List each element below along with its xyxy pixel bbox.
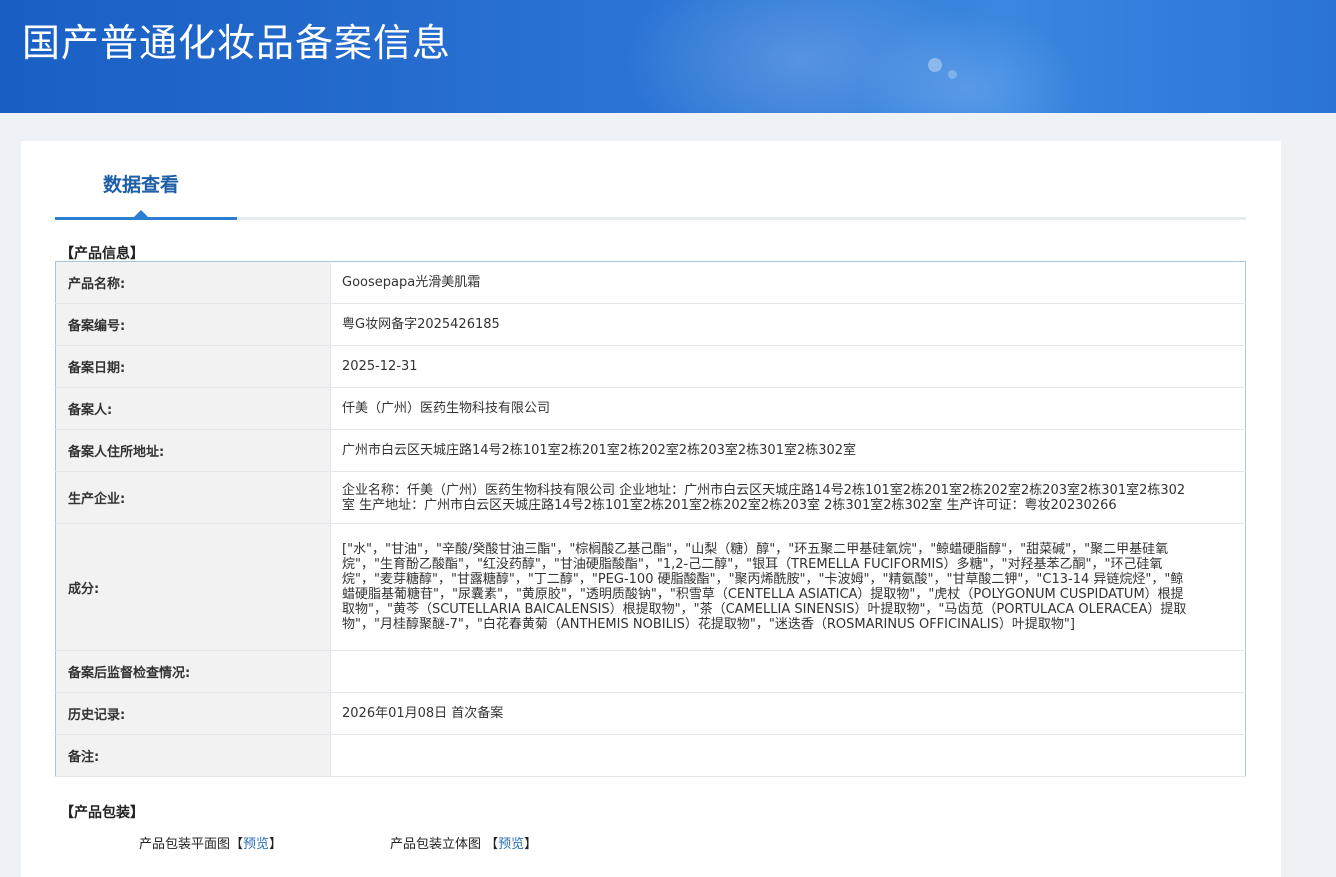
- row-label: 备案日期:: [55, 345, 331, 388]
- preview-link-3d[interactable]: 预览: [498, 837, 524, 852]
- row-value: Goosepapa光滑美肌霜: [330, 261, 1246, 304]
- packaging-item-label: 产品包装立体图: [390, 837, 482, 852]
- row-label: 备案人:: [55, 387, 331, 430]
- tab-bar: 数据查看: [55, 141, 1246, 220]
- row-label: 备案后监督检查情况:: [55, 650, 331, 693]
- table-row: 备案日期: 2025-12-31: [55, 345, 1246, 388]
- row-value: 粤G妆网备字2025426185: [330, 303, 1246, 346]
- preview-link-flat[interactable]: 预览: [243, 837, 269, 852]
- row-value: 仟美（广州）医药生物科技有限公司: [330, 387, 1246, 430]
- page-title: 国产普通化妆品备案信息: [22, 21, 452, 65]
- header-banner: 国产普通化妆品备案信息: [0, 0, 1336, 113]
- table-row: 产品名称: Goosepapa光滑美肌霜: [55, 261, 1246, 304]
- row-label: 历史记录:: [55, 692, 331, 735]
- table-row: 生产企业: 企业名称：仟美（广州）医药生物科技有限公司 企业地址：广州市白云区天…: [55, 471, 1246, 524]
- section-title-packaging: 【产品包装】: [60, 805, 144, 821]
- banner-decoration: [928, 58, 942, 72]
- tab-data-view[interactable]: 数据查看: [55, 141, 237, 220]
- packaging-item-label: 产品包装平面图: [139, 837, 231, 852]
- caret-up-icon: [134, 210, 148, 217]
- packaging-item-flat: 产品包装平面图【预览】: [139, 837, 283, 852]
- table-row: 备案编号: 粤G妆网备字2025426185: [55, 303, 1246, 346]
- table-row: 备案人: 仟美（广州）医药生物科技有限公司: [55, 387, 1246, 430]
- row-label: 备案编号:: [55, 303, 331, 346]
- table-row: 备案后监督检查情况:: [55, 650, 1246, 693]
- tab-active-underline: [55, 217, 237, 220]
- table-row: 备案人住所地址: 广州市白云区天城庄路14号2栋101室2栋201室2栋202室…: [55, 429, 1246, 472]
- tab-label: 数据查看: [103, 174, 180, 196]
- row-value: ["水"，"甘油"，"辛酸/癸酸甘油三酯"，"棕榈酸乙基己酯"，"山梨（糖）醇"…: [330, 523, 1246, 651]
- section-title-product-info: 【产品信息】: [60, 246, 144, 262]
- table-row: 历史记录: 2026年01月08日 首次备案: [55, 692, 1246, 735]
- row-value: [330, 734, 1246, 777]
- content-card: 数据查看 【产品信息】 产品名称: Goosepapa光滑美肌霜 备案编号: 粤…: [21, 141, 1281, 877]
- banner-decoration: [948, 70, 957, 79]
- row-label: 成分:: [55, 523, 331, 651]
- product-info-table: 产品名称: Goosepapa光滑美肌霜 备案编号: 粤G妆网备字2025426…: [55, 261, 1246, 777]
- packaging-item-3d: 产品包装立体图 【预览】: [390, 837, 538, 852]
- table-row: 备注:: [55, 734, 1246, 777]
- row-label: 产品名称:: [55, 261, 331, 304]
- table-row: 成分: ["水"，"甘油"，"辛酸/癸酸甘油三酯"，"棕榈酸乙基己酯"，"山梨（…: [55, 523, 1246, 651]
- row-label: 生产企业:: [55, 471, 331, 524]
- row-label: 备注:: [55, 734, 331, 777]
- row-value: 广州市白云区天城庄路14号2栋101室2栋201室2栋202室2栋203室2栋3…: [330, 429, 1246, 472]
- row-label: 备案人住所地址:: [55, 429, 331, 472]
- row-value: 企业名称：仟美（广州）医药生物科技有限公司 企业地址：广州市白云区天城庄路14号…: [330, 471, 1246, 524]
- row-value: 2026年01月08日 首次备案: [330, 692, 1246, 735]
- row-value: [330, 650, 1246, 693]
- row-value: 2025-12-31: [330, 345, 1246, 388]
